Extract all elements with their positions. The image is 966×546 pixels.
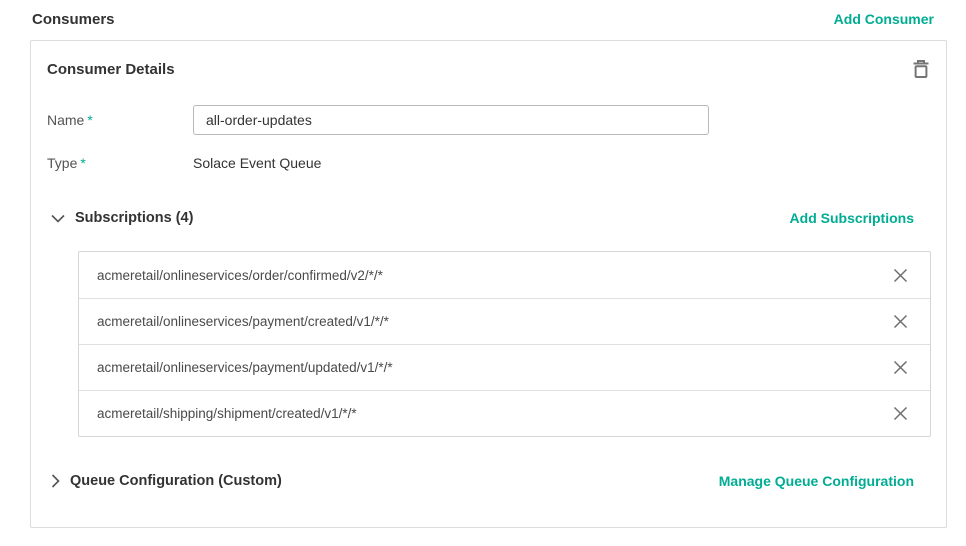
subscription-topic: acmeretail/shipping/shipment/created/v1/… <box>97 406 357 421</box>
subscriptions-toggle[interactable]: Subscriptions (4) <box>51 210 193 226</box>
subscription-row: acmeretail/onlineservices/order/confirme… <box>79 252 930 298</box>
subscription-row: acmeretail/onlineservices/payment/update… <box>79 344 930 390</box>
required-asterisk: * <box>80 155 86 171</box>
page-title: Consumers <box>32 10 115 28</box>
subscription-topic: acmeretail/onlineservices/payment/create… <box>97 314 389 329</box>
x-icon <box>893 406 908 424</box>
name-label-text: Name <box>47 112 85 128</box>
x-icon <box>893 314 908 332</box>
consumers-page: Consumers Add Consumer Consumer Details … <box>0 0 966 546</box>
name-field-row: Name * <box>47 105 930 135</box>
delete-consumer-button[interactable] <box>912 59 930 79</box>
name-input[interactable] <box>193 105 709 135</box>
chevron-right-icon[interactable] <box>51 474 60 488</box>
queue-configuration-section-header[interactable]: Queue Configuration (Custom) Manage Queu… <box>47 469 930 493</box>
subscription-topic: acmeretail/onlineservices/payment/update… <box>97 360 393 375</box>
queue-configuration-toggle[interactable]: Queue Configuration (Custom) <box>51 473 282 489</box>
queue-configuration-header-label: Queue Configuration (Custom) <box>70 473 282 489</box>
remove-subscription-button[interactable] <box>893 360 908 375</box>
add-subscriptions-button[interactable]: Add Subscriptions <box>790 210 914 226</box>
remove-subscription-button[interactable] <box>893 406 908 421</box>
chevron-down-icon[interactable] <box>51 214 65 223</box>
type-label-text: Type <box>47 155 78 171</box>
manage-queue-configuration-button[interactable]: Manage Queue Configuration <box>719 473 914 489</box>
subscriptions-section-header[interactable]: Subscriptions (4) Add Subscriptions <box>47 207 930 229</box>
x-icon <box>893 360 908 378</box>
page-header: Consumers Add Consumer <box>0 8 966 30</box>
add-consumer-button[interactable]: Add Consumer <box>834 11 934 27</box>
subscriptions-list: acmeretail/onlineservices/order/confirme… <box>78 251 931 437</box>
subscription-topic: acmeretail/onlineservices/order/confirme… <box>97 267 383 283</box>
name-label: Name * <box>47 112 193 128</box>
required-asterisk: * <box>87 112 93 128</box>
card-header: Consumer Details <box>47 59 930 81</box>
remove-subscription-button[interactable] <box>893 268 908 283</box>
subscriptions-header-label: Subscriptions (4) <box>75 210 194 226</box>
type-value: Solace Event Queue <box>193 155 322 171</box>
consumer-details-card: Consumer Details Name* Type* <box>30 40 947 528</box>
subscription-row: acmeretail/onlineservices/payment/create… <box>79 298 930 344</box>
trash-icon <box>912 60 930 82</box>
subscription-row: acmeretail/shipping/shipment/created/v1/… <box>79 390 930 436</box>
card-title: Consumer Details <box>47 61 175 78</box>
type-field-row: Type * Solace Event Queue <box>47 153 930 173</box>
type-label: Type * <box>47 155 193 171</box>
remove-subscription-button[interactable] <box>893 314 908 329</box>
x-icon <box>893 268 908 286</box>
